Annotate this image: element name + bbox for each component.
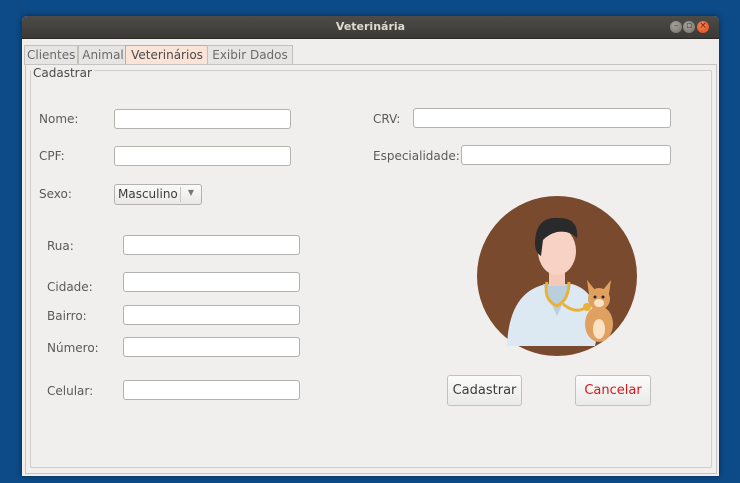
combo-separator bbox=[180, 187, 181, 202]
especialidade-label: Especialidade: bbox=[373, 149, 460, 163]
numero-field[interactable] bbox=[123, 337, 300, 357]
bairro-label: Bairro: bbox=[47, 309, 87, 323]
sexo-selected-value: Masculino bbox=[118, 187, 178, 201]
nome-label: Nome: bbox=[39, 112, 79, 126]
crv-field[interactable] bbox=[413, 108, 671, 128]
cancelar-button[interactable]: Cancelar bbox=[575, 375, 651, 406]
cpf-label: CPF: bbox=[39, 149, 65, 163]
cidade-label: Cidade: bbox=[47, 280, 93, 294]
minimize-icon: – bbox=[673, 21, 679, 31]
title-bar[interactable]: Veterinária – ▫ × bbox=[22, 16, 719, 39]
tab-veterinarios[interactable]: Veterinários bbox=[125, 45, 209, 65]
minimize-button[interactable]: – bbox=[670, 21, 682, 33]
chevron-down-icon[interactable]: ▼ bbox=[182, 188, 200, 197]
app-window: Veterinária – ▫ × Clientes Animal Veteri… bbox=[22, 16, 719, 476]
maximize-button[interactable]: ▫ bbox=[683, 21, 695, 33]
tab-exibir-dados[interactable]: Exibir Dados bbox=[207, 45, 293, 65]
sexo-label: Sexo: bbox=[39, 187, 72, 201]
sexo-select[interactable]: Masculino ▼ bbox=[114, 184, 202, 205]
nome-field[interactable] bbox=[114, 109, 291, 129]
celular-field[interactable] bbox=[123, 380, 300, 400]
celular-label: Celular: bbox=[47, 384, 94, 398]
groupbox-title: Cadastrar bbox=[31, 66, 94, 80]
veterinarian-with-dog-icon bbox=[477, 196, 637, 356]
tab-clientes[interactable]: Clientes bbox=[24, 45, 78, 65]
cpf-field[interactable] bbox=[114, 146, 291, 166]
window-title: Veterinária bbox=[335, 20, 406, 33]
cidade-field[interactable] bbox=[123, 272, 300, 292]
rua-field[interactable] bbox=[123, 235, 300, 255]
rua-label: Rua: bbox=[47, 239, 74, 253]
close-icon: × bbox=[699, 21, 707, 31]
numero-label: Número: bbox=[47, 341, 99, 355]
especialidade-field[interactable] bbox=[461, 145, 671, 165]
crv-label: CRV: bbox=[373, 112, 401, 126]
close-button[interactable]: × bbox=[697, 21, 709, 33]
bairro-field[interactable] bbox=[123, 305, 300, 325]
maximize-icon: ▫ bbox=[685, 21, 693, 31]
tab-animal[interactable]: Animal bbox=[78, 45, 128, 65]
cadastrar-button[interactable]: Cadastrar bbox=[447, 375, 522, 406]
